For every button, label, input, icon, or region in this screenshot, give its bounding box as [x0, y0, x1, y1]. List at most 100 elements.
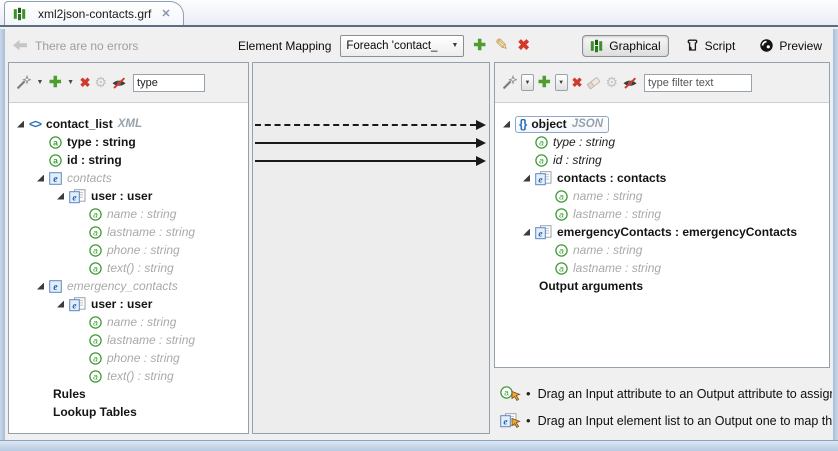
svg-text:e: e — [53, 282, 58, 293]
tree-item-label: emergencyContacts : emergencyContacts — [557, 225, 797, 239]
drag-hints: a•Drag an Input attribute to an Output a… — [500, 380, 832, 434]
attribute-icon: a — [535, 136, 548, 149]
eraser-icon — [586, 75, 601, 90]
attribute-icon: a — [89, 370, 102, 383]
bullet-icon: • — [526, 386, 531, 401]
element-list-icon: e — [535, 225, 552, 240]
editor-tab[interactable]: xml2json-contacts.grf ✕ — [4, 1, 184, 25]
tree-item-output-arguments[interactable]: Output arguments — [495, 277, 829, 295]
attribute-icon: a — [555, 190, 568, 203]
error-status-group: There are no errors — [12, 29, 138, 62]
delete-mapping-button[interactable]: ✖ — [517, 38, 530, 53]
tree-item-label: lastname : string — [107, 225, 195, 239]
svg-text:a: a — [93, 227, 98, 237]
expand-arrow-icon[interactable] — [523, 229, 530, 236]
element-icon: e — [49, 172, 62, 185]
tree-item-label: emergency_contacts — [67, 279, 178, 293]
input-filter-field[interactable] — [133, 74, 205, 92]
tree-item-phone-string[interactable]: aphone : string — [9, 241, 248, 259]
tree-item-label: phone : string — [107, 351, 180, 365]
main-toolbar: There are no errors Element Mapping Fore… — [5, 29, 833, 62]
tree-item-label: phone : string — [107, 243, 180, 257]
tree-item-user-user[interactable]: euser : user — [9, 295, 248, 313]
tree-item-text-string[interactable]: a text() : string — [9, 259, 248, 277]
remove-node-button[interactable]: ✖ — [80, 75, 91, 91]
element-mapping-dropdown[interactable]: Foreach 'contact_ ▼ — [340, 35, 464, 57]
hide-attributes-icon[interactable] — [111, 75, 127, 91]
expand-arrow-icon[interactable] — [17, 121, 24, 128]
expand-arrow-icon[interactable] — [523, 175, 530, 182]
view-button-graphical[interactable]: Graphical — [582, 35, 668, 57]
tree-item-label: user : user — [91, 297, 152, 311]
tree-item-lastname-string[interactable]: alastname : string — [495, 259, 829, 277]
tree-item-label: lastname : string — [573, 207, 661, 221]
tree-item-lastname-string[interactable]: a lastname : string — [9, 223, 248, 241]
expand-arrow-icon[interactable] — [37, 175, 44, 182]
tree-item-object[interactable]: {}objectJSON — [495, 115, 829, 133]
svg-text:a: a — [93, 371, 98, 381]
tree-item-text-string[interactable]: atext() : string — [9, 367, 248, 385]
mapping-arrow-solid[interactable] — [255, 160, 476, 162]
hide-attributes-icon[interactable] — [622, 75, 638, 91]
expand-arrow-icon[interactable] — [57, 193, 64, 200]
tree-item-label: name : string — [573, 243, 642, 257]
remove-node-button[interactable]: ✖ — [572, 75, 583, 91]
tree-item-lastname-string[interactable]: alastname : string — [495, 205, 829, 223]
tree-item-lastname-string[interactable]: alastname : string — [9, 331, 248, 349]
add-node-button[interactable]: ✚ — [49, 75, 62, 90]
attribute-icon: a — [49, 154, 62, 167]
mapping-arrow-dashed[interactable] — [255, 124, 476, 126]
tree-item-name-string[interactable]: aname : string — [495, 187, 829, 205]
tree-item-type-string[interactable]: atype : string — [9, 133, 248, 151]
attribute-icon: a — [555, 244, 568, 257]
add-node-button[interactable]: ✚ — [538, 75, 551, 90]
tree-item-emergencycontacts-emergencycontacts[interactable]: e emergencyContacts : emergencyContacts — [495, 223, 829, 241]
add-menu-chevron-down-icon[interactable]: ▼ — [66, 79, 76, 86]
tree-item-id-string[interactable]: aid : string — [9, 151, 248, 169]
tree-item-rules[interactable]: Rules — [9, 385, 248, 403]
tree-item-name-string[interactable]: aname : string — [9, 205, 248, 223]
view-button-preview[interactable]: Preview — [751, 34, 830, 57]
tree-item-phone-string[interactable]: aphone : string — [9, 349, 248, 367]
expand-arrow-icon[interactable] — [503, 121, 510, 128]
tree-item-label: text() : string — [107, 261, 174, 275]
attribute-icon: a — [89, 262, 102, 275]
svg-text:a: a — [539, 137, 544, 147]
attribute-icon: a — [89, 226, 102, 239]
tree-item-contacts-contacts[interactable]: econtacts : contacts — [495, 169, 829, 187]
wand-menu-chevron-down-icon[interactable]: ▼ — [521, 74, 534, 91]
expand-arrow-icon[interactable] — [57, 301, 64, 308]
output-filter-field[interactable] — [644, 74, 752, 92]
close-icon[interactable]: ✕ — [161, 7, 170, 20]
editor-tab-bar: xml2json-contacts.grf ✕ — [0, 0, 838, 27]
tree-item-id-string[interactable]: aid : string — [495, 151, 829, 169]
wand-menu-chevron-down-icon[interactable]: ▼ — [35, 79, 45, 86]
svg-text:a: a — [93, 317, 98, 327]
expand-arrow-icon[interactable] — [37, 283, 44, 290]
tree-item-contacts[interactable]: e contacts — [9, 169, 248, 187]
tree-item-label: Output arguments — [539, 279, 643, 293]
mapping-arrow-solid[interactable] — [255, 142, 476, 144]
tree-item-contact-list[interactable]: <>contact_listXML — [9, 115, 248, 133]
tree-item-label: contacts — [67, 171, 112, 185]
tree-item-label: contact_list — [46, 117, 113, 131]
output-tree: {}objectJSONatype : stringaid : stringec… — [495, 103, 829, 295]
tree-item-user-user[interactable]: euser : user — [9, 187, 248, 205]
view-switcher: Graphical Script Preview — [582, 29, 830, 62]
auto-map-wand-icon[interactable] — [15, 75, 31, 91]
tree-item-emergency-contacts[interactable]: e emergency_contacts — [9, 277, 248, 295]
tree-item-label: object — [531, 117, 566, 131]
view-button-script[interactable]: Script — [677, 34, 744, 57]
tree-item-name-string[interactable]: aname : string — [9, 313, 248, 331]
tree-item-label: lastname : string — [573, 261, 661, 275]
svg-text:a: a — [559, 191, 564, 201]
input-tree-panel: ▼ ✚ ▼ ✖ ⚙ <>contact_listXMLatype : strin… — [8, 62, 249, 434]
auto-map-wand-icon[interactable] — [501, 75, 517, 91]
add-menu-chevron-down-icon[interactable]: ▼ — [555, 74, 568, 91]
edit-mapping-button[interactable]: ✎ — [495, 38, 508, 54]
tree-item-lookup-tables[interactable]: Lookup Tables — [9, 403, 248, 421]
tree-item-name-string[interactable]: a name : string — [495, 241, 829, 259]
tree-item-type-string[interactable]: atype : string — [495, 133, 829, 151]
add-mapping-button[interactable]: ✚ — [473, 38, 486, 53]
chevron-down-icon: ▼ — [451, 42, 458, 49]
